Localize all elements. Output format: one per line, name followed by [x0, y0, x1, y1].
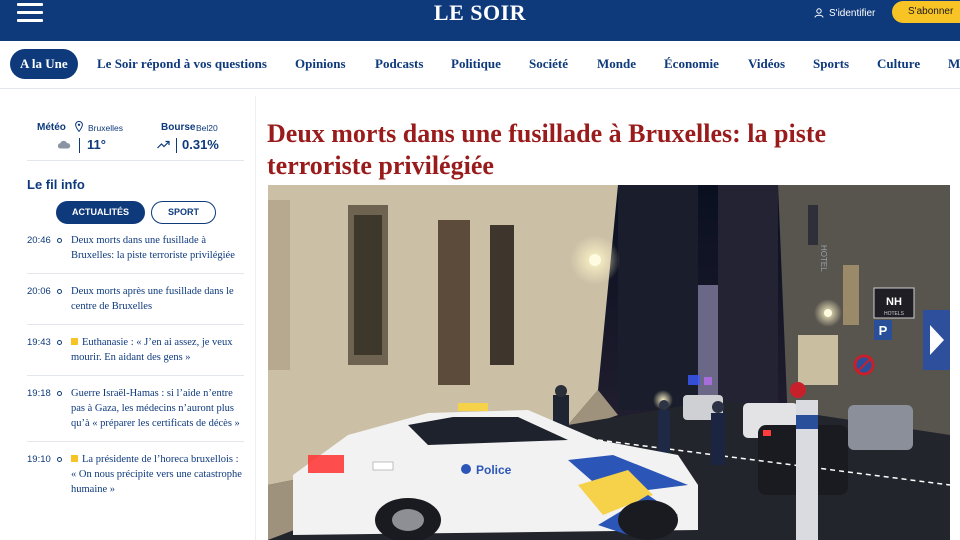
tab-actualites[interactable]: ACTUALITÉS: [56, 201, 145, 224]
bourse-separator: [176, 138, 177, 153]
subscribe-button[interactable]: S'abonner: [892, 1, 960, 23]
bourse-label: Bourse: [161, 122, 196, 133]
column-divider: [255, 96, 256, 540]
parking-sign-text: P: [879, 323, 888, 338]
widgets-divider: [27, 160, 244, 161]
feed-time: 20:06: [27, 286, 51, 297]
main-nav: A la Une Le Soir répond à vos questions …: [0, 41, 960, 89]
feed-time: 19:10: [27, 454, 51, 465]
meteo-value: 11°: [87, 137, 106, 152]
timeline-dot: [57, 457, 62, 462]
nav-item-culture[interactable]: Culture: [877, 49, 920, 79]
nav-item-monde[interactable]: Monde: [597, 49, 636, 79]
timeline-dot: [57, 340, 62, 345]
feed-text: La présidente de l’horeca bruxellois : «…: [71, 454, 242, 495]
tab-sport[interactable]: SPORT: [151, 201, 216, 224]
meteo-city: Bruxelles: [88, 123, 123, 133]
fil-info-title: Le fil info: [27, 177, 85, 192]
timeline-dot: [57, 391, 62, 396]
street-scene-illustration: NH HOTELS P HOTEL Police: [268, 185, 950, 540]
bourse-value: 0.31%: [182, 137, 219, 152]
feed-item[interactable]: 19:43 Euthanasie : « J’en ai assez, je v…: [27, 335, 244, 376]
nav-item-politique[interactable]: Politique: [451, 49, 501, 79]
feed-text[interactable]: Deux morts dans une fusillade à Bruxelle…: [71, 233, 244, 263]
premium-badge-icon: [71, 455, 78, 462]
nav-item-a-la-une[interactable]: A la Une: [10, 49, 78, 79]
timeline-dot: [57, 289, 62, 294]
info-widgets: Météo Bruxelles 11° Bourse Bel20 0.31%: [27, 118, 244, 156]
nav-item-societe[interactable]: Société: [529, 49, 568, 79]
nav-item-more[interactable]: M: [948, 49, 960, 79]
feed-item[interactable]: 19:10 La présidente de l’horeca bruxello…: [27, 452, 244, 507]
timeline-dot: [57, 238, 62, 243]
hero-image[interactable]: NH HOTELS P HOTEL Police: [268, 185, 950, 540]
feed-time: 19:18: [27, 388, 51, 399]
nav-item-opinions[interactable]: Opinions: [295, 49, 346, 79]
meteo-label: Météo: [37, 122, 66, 133]
fil-info-tabs: ACTUALITÉS SPORT: [27, 201, 244, 224]
vertical-hotel-sign: HOTEL: [819, 245, 828, 272]
feed-text[interactable]: Guerre Israël-Hamas : si l’aide n’entre …: [71, 386, 244, 431]
hotel-sign-text: NH: [886, 296, 902, 308]
location-pin-icon: [75, 121, 83, 132]
bourse-index: Bel20: [196, 123, 218, 133]
headline[interactable]: Deux morts dans une fusillade à Bruxelle…: [267, 118, 927, 182]
hotel-sign-sub: HOTELS: [884, 311, 905, 317]
meteo-separator: [79, 138, 80, 153]
login-label: S'identifier: [829, 7, 876, 19]
nav-item-videos[interactable]: Vidéos: [748, 49, 785, 79]
feed-text-wrapper[interactable]: La présidente de l’horeca bruxellois : «…: [71, 452, 244, 497]
sidebar: Météo Bruxelles 11° Bourse Bel20 0.31% L…: [27, 118, 244, 224]
premium-badge-icon: [71, 338, 78, 345]
feed-item[interactable]: 20:46 Deux morts dans une fusillade à Br…: [27, 233, 244, 274]
feed-time: 19:43: [27, 337, 51, 348]
feed-item[interactable]: 19:18 Guerre Israël-Hamas : si l’aide n’…: [27, 386, 244, 442]
user-icon: [814, 8, 824, 18]
login-button[interactable]: S'identifier: [814, 6, 875, 20]
nav-item-podcasts[interactable]: Podcasts: [375, 49, 423, 79]
feed-time: 20:46: [27, 235, 51, 246]
police-label: Police: [476, 463, 512, 477]
fil-info-list: 20:46 Deux morts dans une fusillade à Br…: [27, 233, 244, 517]
feed-item[interactable]: 20:06 Deux morts après une fusillade dan…: [27, 284, 244, 325]
nav-item-sports[interactable]: Sports: [813, 49, 849, 79]
nav-item-economie[interactable]: Économie: [664, 49, 719, 79]
feed-text-wrapper[interactable]: Euthanasie : « J’en ai assez, je veux mo…: [71, 335, 244, 365]
top-bar: LE SOIR S'identifier S'abonner: [0, 0, 960, 41]
feed-text[interactable]: Deux morts après une fusillade dans le c…: [71, 284, 244, 314]
nav-item-le-soir-repond[interactable]: Le Soir répond à vos questions: [97, 49, 267, 79]
cloud-icon: [57, 140, 71, 149]
feed-text: Euthanasie : « J’en ai assez, je veux mo…: [71, 337, 233, 363]
trend-up-icon: [157, 140, 170, 149]
